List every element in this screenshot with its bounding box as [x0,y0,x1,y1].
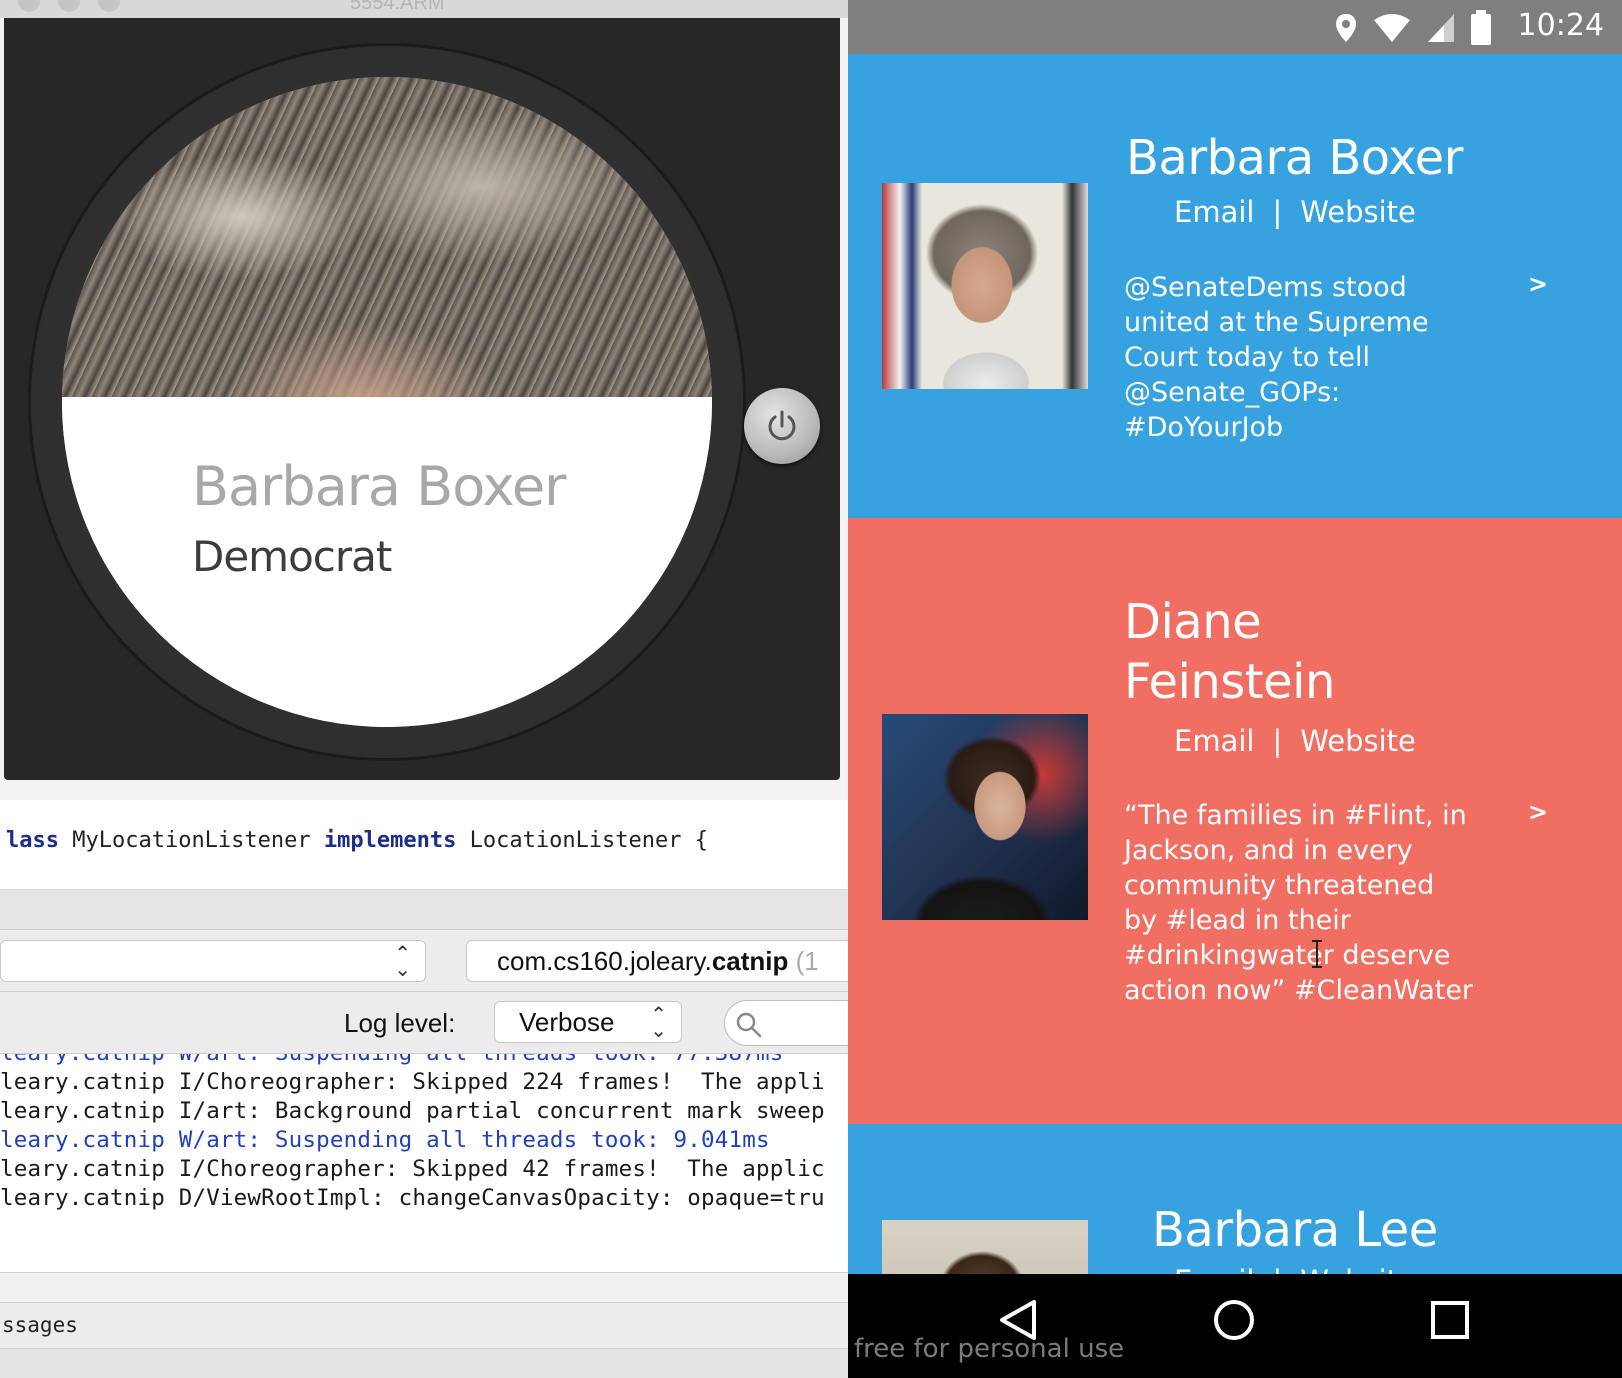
wifi-icon [1374,14,1410,42]
log-line: leary.catnip I/Choreographer: Skipped 22… [0,1069,825,1095]
log-line: leary.catnip D/ViewRootImpl: changeCanva… [0,1185,825,1211]
rep-contact-links: Email | Website [1174,1264,1416,1274]
code-line: lass MyLocationListener implements Locat… [6,828,709,853]
rep-card-boxer[interactable]: Barbara Boxer Email | Website @SenateDems … [848,54,1622,518]
rep-card-lee[interactable]: Barbara Lee Email | Website [848,1124,1622,1274]
email-link[interactable]: Email [1174,195,1254,229]
log-level-select[interactable]: Verbose ⌃ ⌄ [494,1001,682,1043]
rep-photo [882,1220,1088,1274]
text-cursor-icon [1312,940,1322,968]
rep-name: Barbara Boxer [1126,130,1463,186]
zoom-window-button[interactable] [98,0,120,12]
emulator-title-bar: 5554:ARM [0,0,848,18]
window-controls [18,0,120,12]
log-level-value: Verbose [519,1007,615,1037]
device-select[interactable]: ⌃ ⌄ [0,940,426,982]
minimize-window-button[interactable] [58,0,80,12]
representatives-list[interactable]: Barbara Boxer Email | Website @SenateDems … [848,54,1622,1274]
wear-emulator: Barbara Boxer Democrat [4,18,840,780]
email-link[interactable]: Email [1174,1264,1254,1274]
watch-power-button[interactable] [744,388,820,464]
process-select[interactable]: com.cs160.joleary.catnip (1 [466,940,866,982]
log-line: leary.catnip I/art: Background partial c… [0,1098,825,1124]
rep-contact-links: Email | Website [1174,195,1416,229]
rep-card-feinstein[interactable]: Diane Feinstein Email | Website “The famil… [848,518,1622,1124]
navigation-bar: free for personal use [848,1274,1622,1378]
logcat-toolbar [0,890,848,930]
rep-detail-arrow[interactable]: > [1528,798,1548,826]
log-line: leary.catnip W/art: Suspending all threa… [0,1127,770,1153]
watch-screen[interactable]: Barbara Boxer Democrat [62,77,712,727]
ide-status-bar [0,1348,848,1378]
battery-icon [1471,10,1491,45]
recents-icon[interactable] [1430,1298,1470,1342]
rep-name: Barbara Lee [1152,1202,1438,1258]
status-time: 10:24 [1517,8,1604,43]
status-bar: 10:24 [848,0,1622,54]
link-separator: | [1272,1264,1282,1274]
messages-tab[interactable]: ssages [2,1313,78,1337]
chevron-updown-icon: ⌃ ⌄ [394,941,411,981]
logcat-device-row: ⌃ ⌄ com.cs160.joleary.catnip (1 [0,930,866,992]
watch-rep-name: Barbara Boxer [192,455,566,518]
log-line: leary.catnip I/Choreographer: Skipped 42… [0,1156,825,1182]
rep-photo [882,183,1088,389]
rep-detail-arrow[interactable]: > [1528,270,1548,298]
android-studio-window: 5554:ARM Barbara Boxer Democrat lass MyL… [0,0,884,1378]
email-link[interactable]: Email [1174,724,1254,758]
watch-representative-photo [62,77,712,397]
watermark-text: free for personal use [854,1334,1125,1364]
rep-latest-tweet: “The families in #Flint, in Jackson, and… [1124,800,1474,1006]
website-link[interactable]: Website [1300,195,1416,229]
home-icon[interactable] [1212,1298,1256,1342]
location-icon [1336,14,1356,42]
emulator-window-title: 5554:ARM [350,0,445,14]
rep-latest-tweet: @SenateDems stood united at the Supreme … [1124,272,1429,443]
chevron-updown-icon: ⌃ ⌄ [650,1002,667,1042]
screen: 5554:ARM Barbara Boxer Democrat lass MyL… [0,0,1622,1378]
link-separator: | [1272,195,1283,229]
log-level-label: Log level: [344,1008,456,1038]
website-link[interactable]: Website [1300,1264,1416,1274]
rep-contact-links: Email | Website [1174,724,1416,758]
search-icon [736,1012,762,1038]
power-icon [768,410,796,441]
website-link[interactable]: Website [1300,724,1416,758]
rep-name: Diane Feinstein [1124,594,1335,710]
log-line: leary.catnip W/art: Suspending all threa… [0,1054,784,1066]
rep-photo [882,714,1088,920]
messages-bar [0,1272,848,1302]
watch-rep-party: Democrat [192,532,392,581]
close-window-button[interactable] [18,0,40,12]
code-editor[interactable]: lass MyLocationListener implements Locat… [0,800,848,890]
link-separator: | [1272,724,1283,758]
log-level-row: Log level: Verbose ⌃ ⌄ [0,992,884,1054]
status-icons [1334,10,1492,46]
watch-info-card[interactable]: Barbara Boxer Democrat [62,397,712,727]
logcat-output[interactable]: leary.catnip W/art: Suspending all threa… [0,1054,848,1272]
cell-signal-icon [1428,14,1454,42]
phone-emulator: 10:24 Barbara Boxer Email | Website @Senat… [848,0,1622,1378]
messages-tab-strip: ssages [0,1302,848,1348]
